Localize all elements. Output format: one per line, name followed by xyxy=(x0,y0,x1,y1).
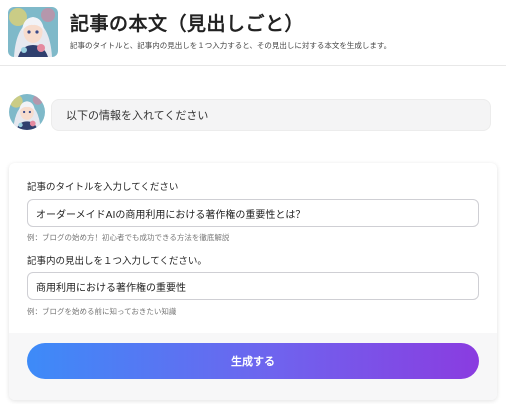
app-description: 記事のタイトルと、記事内の見出しを１つ入力すると、その見出しに対する本文を生成し… xyxy=(70,41,392,50)
article-heading-input[interactable] xyxy=(27,272,479,300)
chat-bubble: 以下の情報を入れてください xyxy=(51,99,491,131)
heading-field-hint: 例：ブログを始める前に知っておきたい知識 xyxy=(27,307,177,316)
title-field-hint: 例：ブログの始め方！初心者でも成功できる方法を徹底解説 xyxy=(27,233,230,242)
generate-button[interactable]: 生成する xyxy=(27,343,479,379)
title-field-label: 記事のタイトルを入力してください xyxy=(27,182,179,193)
anime-character-avatar-icon xyxy=(8,7,58,57)
article-title-input[interactable] xyxy=(27,199,479,227)
input-form-card: 記事のタイトルを入力してください 例：ブログの始め方！初心者でも成功できる方法を… xyxy=(9,163,497,400)
chat-message-row: 以下の情報を入れてください xyxy=(0,92,506,134)
bot-avatar-icon xyxy=(9,94,45,130)
chat-message-text: 以下の情報を入れてください xyxy=(66,109,209,122)
heading-field-label: 記事内の見出しを１つ入力してください。 xyxy=(27,256,207,267)
app-header: 記事の本文（見出しごと） 記事のタイトルと、記事内の見出しを１つ入力すると、その… xyxy=(0,0,506,66)
app-title: 記事の本文（見出しごと） xyxy=(70,13,305,35)
